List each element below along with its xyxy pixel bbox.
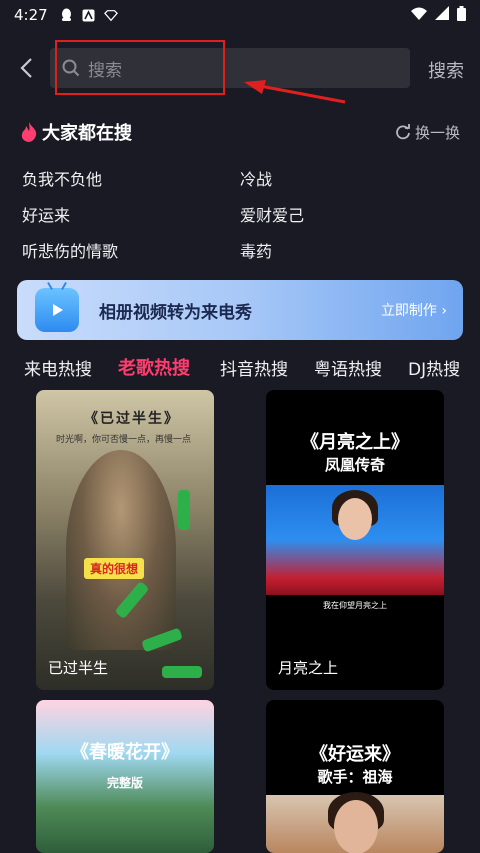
card-art-title: 《好运来》	[310, 744, 400, 765]
flame-icon	[21, 122, 37, 142]
card-art-subtitle: 凤凰传奇	[324, 456, 385, 474]
card-art-title: 《已过半生》	[84, 411, 180, 427]
hot-search-item[interactable]: 毒药	[240, 238, 458, 261]
card-label: 已过半生	[48, 659, 109, 677]
card-label: 月亮之上	[278, 659, 339, 677]
card-art-title: 《月亮之上》	[301, 432, 409, 453]
hot-search-item[interactable]: 好运来	[22, 202, 240, 225]
refresh-button[interactable]: 换一换	[395, 122, 460, 143]
old-man-image	[66, 450, 176, 650]
battery-icon	[457, 5, 466, 25]
hot-search-item[interactable]: 冷战	[240, 166, 458, 189]
card-art-caption: 真的很想	[84, 558, 145, 579]
search-submit-button[interactable]: 搜索	[428, 57, 464, 83]
tab-oldies-hot[interactable]: 老歌热搜	[118, 354, 190, 380]
status-bar: 4:27	[0, 0, 480, 30]
highlight-box	[55, 40, 225, 95]
card-art-subtitle: 歌手：祖海	[317, 768, 393, 786]
hot-search-item[interactable]: 爱财爱己	[240, 202, 458, 225]
category-tabs: 来电热搜 老歌热搜 抖音热搜 粤语热搜 DJ热搜	[0, 352, 480, 382]
refresh-label: 换一换	[414, 123, 460, 142]
tab-douyin-hot[interactable]: 抖音热搜	[220, 355, 288, 380]
hot-search-item[interactable]: 听悲伤的情歌	[22, 238, 240, 261]
tab-dj-hot[interactable]: DJ热搜	[408, 355, 460, 380]
card-art-subtitle: 时光啊，你可否慢一点，再慢一点	[56, 435, 192, 445]
chevron-left-icon	[20, 58, 32, 78]
banner-cta-button[interactable]: 立即制作 ›	[381, 300, 447, 320]
banner-title: 相册视频转为来电秀	[99, 302, 252, 323]
text-notification-icon	[82, 8, 96, 22]
card-art-subtitle: 完整版	[106, 776, 143, 790]
tab-cantonese-hot[interactable]: 粤语热搜	[314, 355, 382, 380]
signal-icon	[435, 6, 449, 24]
singer-face	[334, 800, 378, 853]
status-time: 4:27	[14, 6, 48, 24]
tab-call-hot[interactable]: 来电热搜	[24, 355, 92, 380]
hot-search-item[interactable]: 负我不负他	[22, 166, 240, 189]
qq-icon	[60, 8, 74, 22]
back-button[interactable]	[14, 54, 38, 82]
annotation-arrow	[244, 80, 346, 104]
song-card[interactable]: 《已过半生》 时光啊，你可否慢一点，再慢一点 真的很想 已过半生	[36, 390, 214, 690]
diamond-icon	[103, 8, 118, 22]
hot-search-list: 负我不负他 冷战 好运来 爱财爱己 听悲伤的情歌 毒药	[22, 166, 462, 261]
hot-search-header: 大家都在搜 换一换	[20, 118, 460, 146]
singer-face	[338, 498, 372, 540]
card-art-caption: 我在仰望月亮之上	[323, 601, 387, 610]
song-card[interactable]: 《好运来》 歌手：祖海	[266, 700, 444, 853]
wifi-icon	[411, 6, 427, 24]
bottle-image	[178, 490, 190, 530]
tv-icon	[35, 288, 79, 332]
hot-search-title: 大家都在搜	[42, 123, 132, 144]
refresh-icon	[396, 124, 410, 140]
song-card[interactable]: 《月亮之上》 凤凰传奇 我在仰望月亮之上 月亮之上	[266, 390, 444, 690]
promo-banner[interactable]: 相册视频转为来电秀 立即制作 ›	[17, 280, 463, 340]
song-card[interactable]: 《春暖花开》 完整版	[36, 700, 214, 853]
card-art-title: 《春暖花开》	[71, 742, 179, 763]
bottle-image	[162, 666, 202, 678]
